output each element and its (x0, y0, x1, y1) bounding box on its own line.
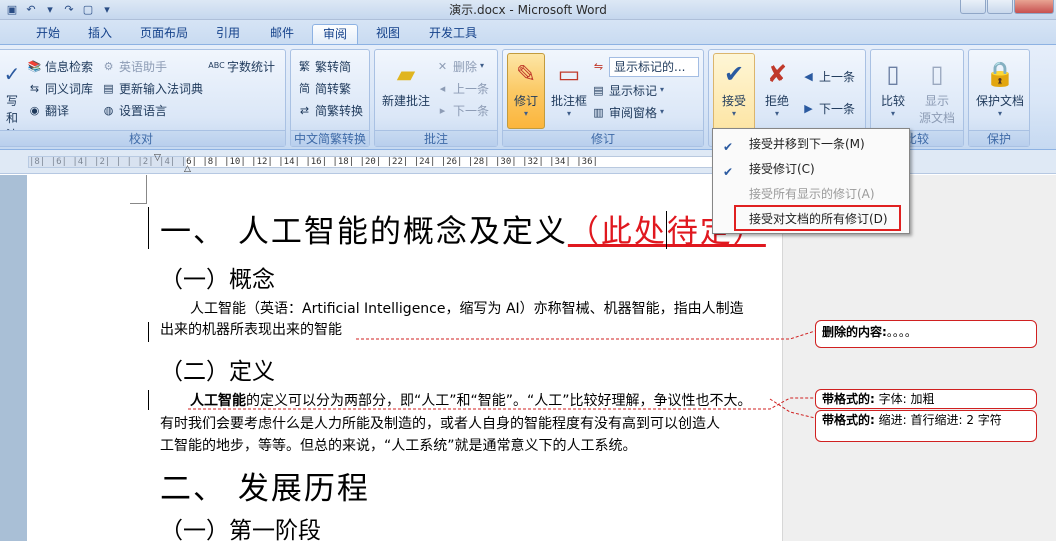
menu-accept-all-shown[interactable]: 接受所有显示的修订(A) (715, 183, 907, 205)
menu-accept-change[interactable]: ✔ 接受修订(C) (715, 158, 907, 180)
indent-format-connector (769, 398, 816, 419)
font-format-balloon[interactable]: 带格式的: 字体: 加粗 (815, 389, 1037, 409)
highlight-box (734, 205, 901, 231)
deleted-content-balloon[interactable]: 删除的内容:。。。。 (815, 320, 1037, 348)
deleted-connector (356, 330, 816, 340)
accept-change-icon: ✔ (723, 165, 734, 179)
indent-format-balloon[interactable]: 带格式的: 缩进: 首行缩进: 2 字符 (815, 410, 1037, 442)
font-format-connector (188, 397, 815, 410)
menu-accept-and-move-next[interactable]: ✔ 接受并移到下一条(M) (715, 133, 907, 155)
accept-move-icon: ✔ (723, 140, 734, 154)
balloon-connectors (188, 330, 816, 419)
